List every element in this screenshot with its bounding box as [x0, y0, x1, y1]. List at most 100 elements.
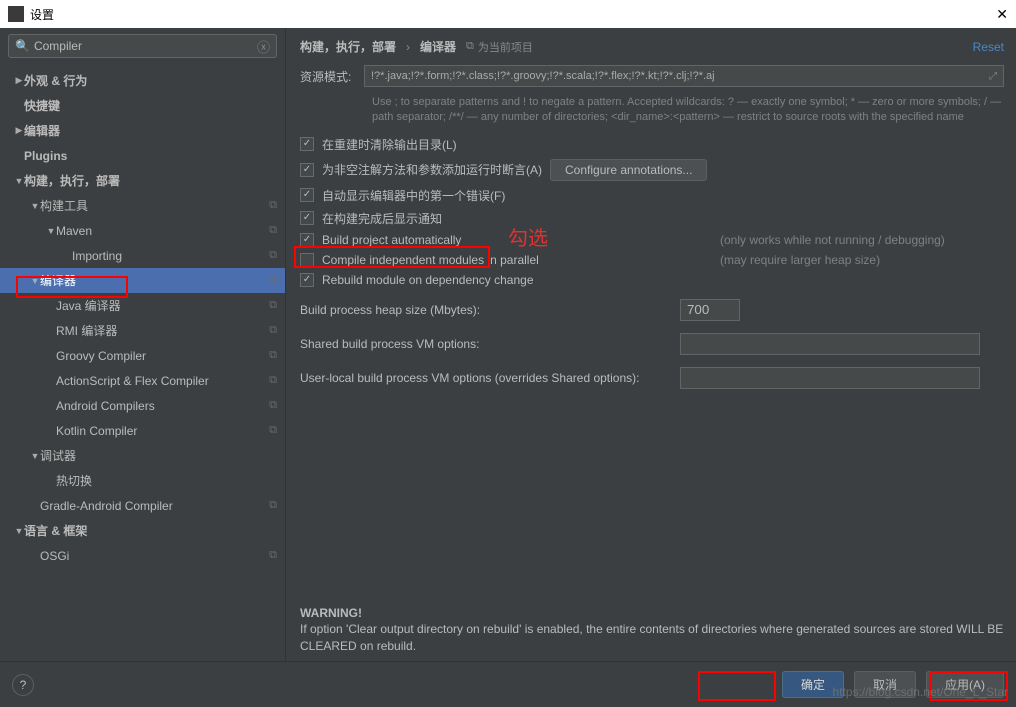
sidebar-item-4[interactable]: ▼构建，执行，部署 [0, 168, 285, 193]
heap-input[interactable] [680, 299, 740, 321]
tree-arrow-icon: ▼ [30, 276, 40, 286]
chk-compile-parallel-note: (may require larger heap size) [720, 253, 880, 267]
copy-icon: ⧉ [269, 324, 277, 337]
breadcrumb-2: 编译器 [420, 38, 456, 55]
copy-icon: ⧉ [269, 424, 277, 437]
copy-icon: ⧉ [269, 349, 277, 362]
help-button[interactable]: ? [12, 674, 34, 696]
sidebar-item-label: RMI 编译器 [56, 322, 269, 339]
chk-rebuild-dep-label: Rebuild module on dependency change [322, 273, 534, 287]
chk-notify-label: 在构建完成后显示通知 [322, 210, 442, 227]
copy-icon: ⧉ [269, 374, 277, 387]
sidebar-item-5[interactable]: ▼构建工具⧉ [0, 193, 285, 218]
sidebar: 🔍 ⓧ ▶外观 & 行为快捷键▶编辑器Plugins▼构建，执行，部署▼构建工具… [0, 28, 286, 661]
sidebar-item-label: 构建，执行，部署 [24, 172, 277, 189]
sidebar-item-label: Plugins [24, 149, 277, 163]
warning-block: WARNING! If option 'Clear output directo… [300, 605, 1004, 655]
userlocal-vm-input[interactable] [680, 367, 980, 389]
chk-clear-output-label: 在重建时清除输出目录(L) [322, 136, 457, 153]
tree-arrow-icon: ▶ [14, 125, 24, 136]
sidebar-item-label: Groovy Compiler [56, 349, 269, 363]
close-icon[interactable]: ✕ [996, 6, 1008, 23]
chk-notnull-assert[interactable] [300, 163, 314, 177]
sidebar-item-17[interactable]: Gradle-Android Compiler⧉ [0, 493, 285, 518]
chk-clear-output[interactable] [300, 137, 314, 151]
sidebar-item-label: Java 编译器 [56, 297, 269, 314]
sidebar-item-label: 调试器 [40, 447, 277, 464]
resource-pattern-input[interactable]: !?*.java;!?*.form;!?*.class;!?*.groovy;!… [364, 65, 1004, 87]
annotation-text: 勾选 [508, 222, 548, 251]
sidebar-item-18[interactable]: ▼语言 & 框架 [0, 518, 285, 543]
sidebar-item-0[interactable]: ▶外观 & 行为 [0, 68, 285, 93]
chk-notify[interactable] [300, 211, 314, 225]
reset-link[interactable]: Reset [973, 40, 1004, 54]
sidebar-item-label: OSGi [40, 549, 269, 563]
sidebar-item-3[interactable]: Plugins [0, 143, 285, 168]
chk-first-error-label: 自动显示编辑器中的第一个错误(F) [322, 187, 505, 204]
configure-annotations-button[interactable]: Configure annotations... [550, 159, 707, 181]
expand-icon[interactable]: ⤢ [989, 71, 997, 82]
tree-arrow-icon: ▶ [14, 75, 24, 86]
sidebar-item-15[interactable]: ▼调试器 [0, 443, 285, 468]
watermark: https://blog.csdn.net/One_L_Star [833, 685, 1008, 699]
userlocal-vm-label: User-local build process VM options (ove… [300, 371, 680, 385]
warning-text: If option 'Clear output directory on reb… [300, 621, 1004, 655]
sidebar-item-label: Android Compilers [56, 399, 269, 413]
sidebar-item-13[interactable]: Android Compilers⧉ [0, 393, 285, 418]
sidebar-item-label: Maven [56, 224, 269, 238]
sidebar-item-label: 编辑器 [24, 122, 277, 139]
sidebar-item-label: 快捷键 [24, 97, 277, 114]
sidebar-item-2[interactable]: ▶编辑器 [0, 118, 285, 143]
copy-icon: ⧉ [269, 199, 277, 212]
chk-build-auto[interactable] [300, 233, 314, 247]
breadcrumb-1: 构建，执行，部署 [300, 38, 396, 55]
tree-arrow-icon: ▼ [30, 201, 40, 211]
sidebar-item-label: Kotlin Compiler [56, 424, 269, 438]
shared-vm-label: Shared build process VM options: [300, 337, 680, 351]
tree-arrow-icon: ▼ [14, 176, 24, 186]
sidebar-item-12[interactable]: ActionScript & Flex Compiler⧉ [0, 368, 285, 393]
tree-arrow-icon: ▼ [14, 526, 24, 536]
sidebar-item-11[interactable]: Groovy Compiler⧉ [0, 343, 285, 368]
resource-hint: Use ; to separate patterns and ! to nega… [372, 95, 1004, 126]
annotation-box-ok [698, 671, 776, 701]
copy-icon: ⧉ [269, 299, 277, 312]
tree-arrow-icon: ▼ [30, 451, 40, 461]
sidebar-item-6[interactable]: ▼Maven⧉ [0, 218, 285, 243]
chk-compile-parallel-label: Compile independent modules in parallel [322, 253, 682, 267]
chk-compile-parallel[interactable] [300, 253, 314, 267]
chk-rebuild-dep[interactable] [300, 273, 314, 287]
titlebar: 设置 ✕ [0, 0, 1016, 28]
search-input-wrap[interactable]: 🔍 ⓧ [8, 34, 277, 58]
shared-vm-input[interactable] [680, 333, 980, 355]
content-pane: 构建，执行，部署 › 编译器 ⧉为当前项目 Reset 资源模式: !?*.ja… [286, 28, 1016, 661]
sidebar-item-1[interactable]: 快捷键 [0, 93, 285, 118]
window-title: 设置 [30, 6, 996, 23]
search-input[interactable] [34, 39, 257, 53]
warning-title: WARNING! [300, 605, 1004, 622]
dialog-footer: ? 确定 取消 应用(A) [0, 661, 1016, 707]
sidebar-item-19[interactable]: OSGi⧉ [0, 543, 285, 568]
sidebar-item-9[interactable]: Java 编译器⧉ [0, 293, 285, 318]
sidebar-item-label: Importing [72, 249, 269, 263]
clear-search-icon[interactable]: ⓧ [257, 37, 270, 56]
copy-icon: ⧉ [269, 249, 277, 262]
sidebar-item-label: 构建工具 [40, 197, 269, 214]
sidebar-item-16[interactable]: 热切换 [0, 468, 285, 493]
sidebar-item-label: ActionScript & Flex Compiler [56, 374, 269, 388]
sidebar-item-7[interactable]: Importing⧉ [0, 243, 285, 268]
app-icon [8, 6, 24, 22]
sidebar-item-label: Gradle-Android Compiler [40, 499, 269, 513]
sidebar-item-8[interactable]: ▼编译器⧉ [0, 268, 285, 293]
chk-notnull-assert-label: 为非空注解方法和参数添加运行时断言(A) [322, 161, 542, 178]
sidebar-item-label: 编译器 [40, 272, 269, 289]
chk-first-error[interactable] [300, 188, 314, 202]
copy-icon: ⧉ [269, 499, 277, 512]
sidebar-item-14[interactable]: Kotlin Compiler⧉ [0, 418, 285, 443]
sidebar-item-label: 热切换 [56, 472, 277, 489]
tree-arrow-icon: ▼ [46, 226, 56, 236]
copy-icon: ⧉ [269, 224, 277, 237]
settings-tree: ▶外观 & 行为快捷键▶编辑器Plugins▼构建，执行，部署▼构建工具⧉▼Ma… [0, 64, 285, 661]
sidebar-item-10[interactable]: RMI 编译器⧉ [0, 318, 285, 343]
copy-icon: ⧉ [269, 399, 277, 412]
